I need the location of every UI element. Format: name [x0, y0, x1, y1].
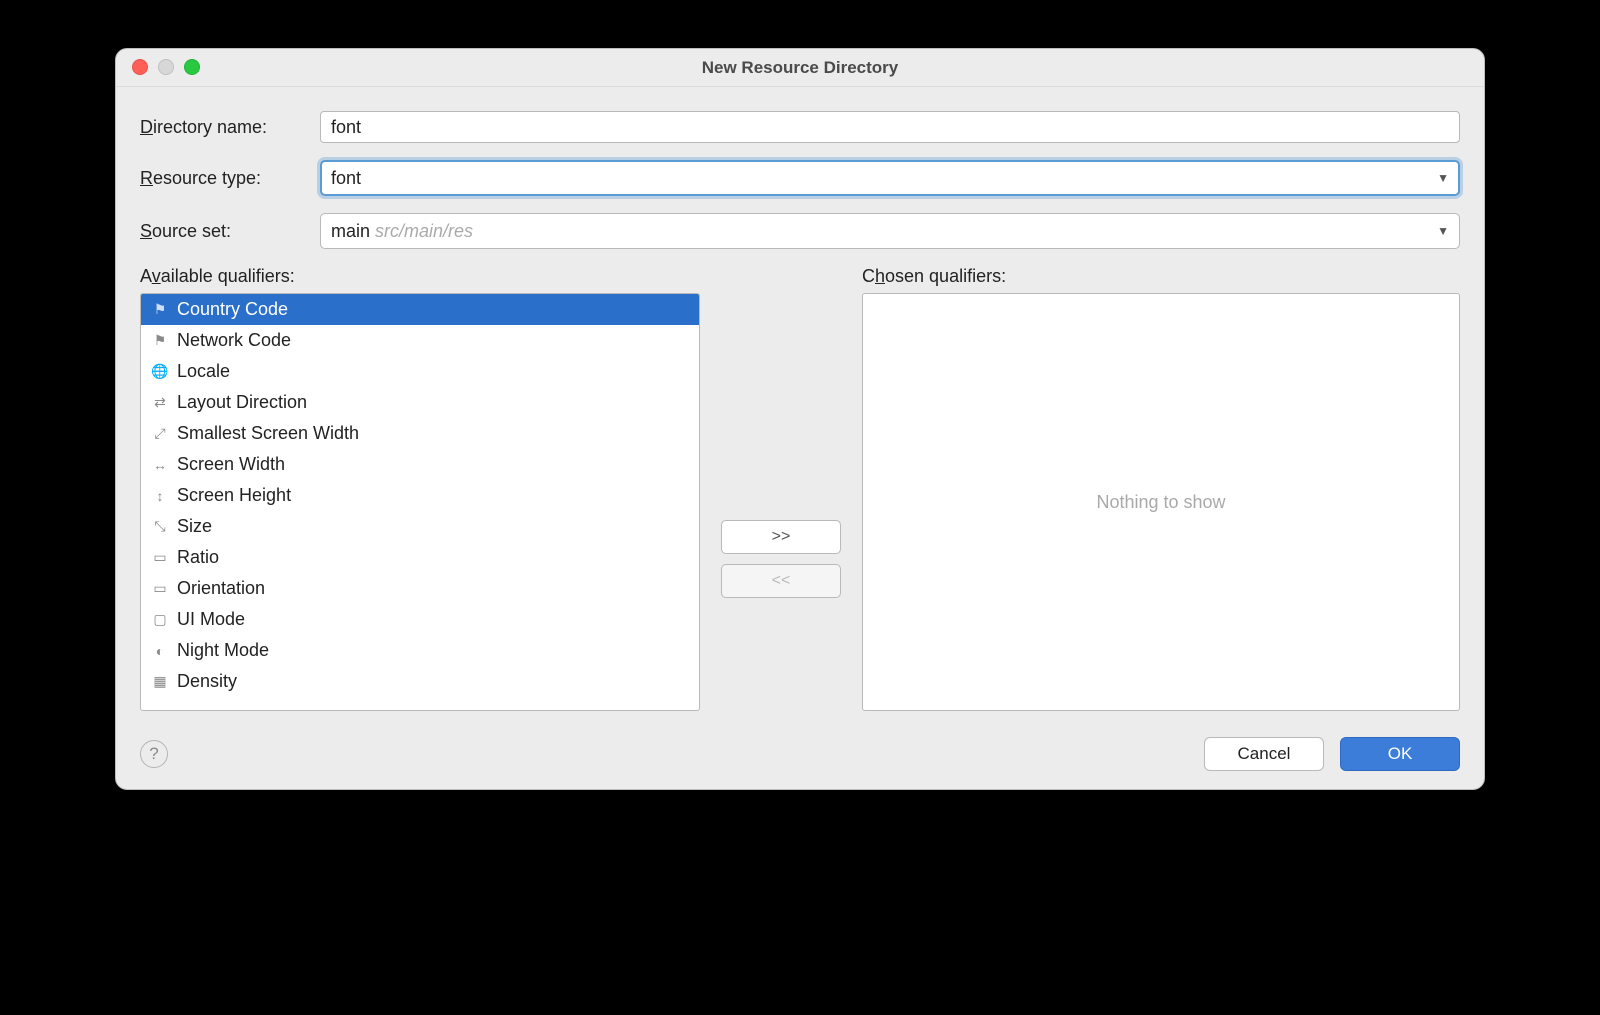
chosen-qualifiers-empty: Nothing to show — [863, 294, 1459, 710]
titlebar: New Resource Directory — [116, 49, 1484, 87]
resource-type-value: font — [331, 168, 361, 189]
direction-icon: ⇄ — [151, 394, 169, 412]
qualifier-item[interactable]: ⚑ Network Code — [141, 325, 699, 356]
qualifier-item-label: Density — [177, 671, 237, 692]
directory-name-label: Directory name: — [140, 117, 320, 138]
qualifier-item[interactable]: ⤢ Smallest Screen Width — [141, 418, 699, 449]
available-qualifiers-list[interactable]: ⚑ Country Code ⚑ Network Code 🌐 Locale ⇄ Layout… — [140, 293, 700, 711]
device-icon: ▢ — [151, 611, 169, 629]
globe-icon: 🌐 — [151, 363, 169, 381]
source-set-value: main src/main/res — [331, 221, 473, 242]
expand-icon: ⤢ — [151, 425, 169, 443]
width-icon: ↔ — [151, 456, 169, 474]
qualifier-item[interactable]: ▢ UI Mode — [141, 604, 699, 635]
help-button[interactable]: ? — [140, 740, 168, 768]
qualifier-item[interactable]: ⚑ Country Code — [141, 294, 699, 325]
chosen-qualifiers-label: Chosen qualifiers: — [862, 266, 1460, 287]
qualifier-item-label: Size — [177, 516, 212, 537]
density-icon: ▦ — [151, 673, 169, 691]
qualifier-item-label: Screen Width — [177, 454, 285, 475]
qualifier-item[interactable]: ▭ Orientation — [141, 573, 699, 604]
resource-type-combo[interactable]: font ▼ — [320, 160, 1460, 196]
qualifier-item-label: Locale — [177, 361, 230, 382]
ratio-icon: ▭ — [151, 549, 169, 567]
cancel-button[interactable]: Cancel — [1204, 737, 1324, 771]
qualifier-item-label: Smallest Screen Width — [177, 423, 359, 444]
directory-name-input[interactable] — [320, 111, 1460, 143]
window-title: New Resource Directory — [116, 58, 1484, 78]
remove-qualifier-button[interactable]: << — [721, 564, 841, 598]
source-set-combo[interactable]: main src/main/res ▼ — [320, 213, 1460, 249]
qualifier-item-label: Ratio — [177, 547, 219, 568]
qualifier-item[interactable]: ↕ Screen Height — [141, 480, 699, 511]
add-qualifier-button[interactable]: >> — [721, 520, 841, 554]
qualifier-item-label: Layout Direction — [177, 392, 307, 413]
resize-icon: ⤡ — [151, 518, 169, 536]
height-icon: ↕ — [151, 487, 169, 505]
minimize-window-button[interactable] — [158, 59, 174, 75]
qualifier-item[interactable]: ▭ Ratio — [141, 542, 699, 573]
chevron-down-icon: ▼ — [1437, 171, 1449, 185]
ok-button[interactable]: OK — [1340, 737, 1460, 771]
qualifier-item-label: Night Mode — [177, 640, 269, 661]
window-controls — [132, 59, 200, 75]
globe-flag-icon: ⚑ — [151, 301, 169, 319]
available-qualifiers-label: Available qualifiers: — [140, 266, 700, 287]
qualifier-item[interactable]: ▦ Density — [141, 666, 699, 697]
qualifier-item-label: Orientation — [177, 578, 265, 599]
qualifier-item[interactable]: 🌐 Locale — [141, 356, 699, 387]
orientation-icon: ▭ — [151, 580, 169, 598]
zoom-window-button[interactable] — [184, 59, 200, 75]
qualifier-item-label: Screen Height — [177, 485, 291, 506]
qualifier-item-label: Network Code — [177, 330, 291, 351]
chosen-qualifiers-list[interactable]: Nothing to show — [862, 293, 1460, 711]
qualifier-item[interactable]: ⇄ Layout Direction — [141, 387, 699, 418]
qualifier-item[interactable]: ◐ Night Mode — [141, 635, 699, 666]
chevron-down-icon: ▼ — [1437, 224, 1449, 238]
qualifier-item-label: Country Code — [177, 299, 288, 320]
qualifier-item[interactable]: ⤡ Size — [141, 511, 699, 542]
source-set-label: Source set: — [140, 221, 320, 242]
close-window-button[interactable] — [132, 59, 148, 75]
dialog-window: New Resource Directory Directory name: R… — [115, 48, 1485, 790]
resource-type-label: Resource type: — [140, 168, 320, 189]
globe-flag-icon: ⚑ — [151, 332, 169, 350]
qualifier-item[interactable]: ↔ Screen Width — [141, 449, 699, 480]
moon-icon: ◐ — [151, 642, 169, 660]
qualifier-item-label: UI Mode — [177, 609, 245, 630]
